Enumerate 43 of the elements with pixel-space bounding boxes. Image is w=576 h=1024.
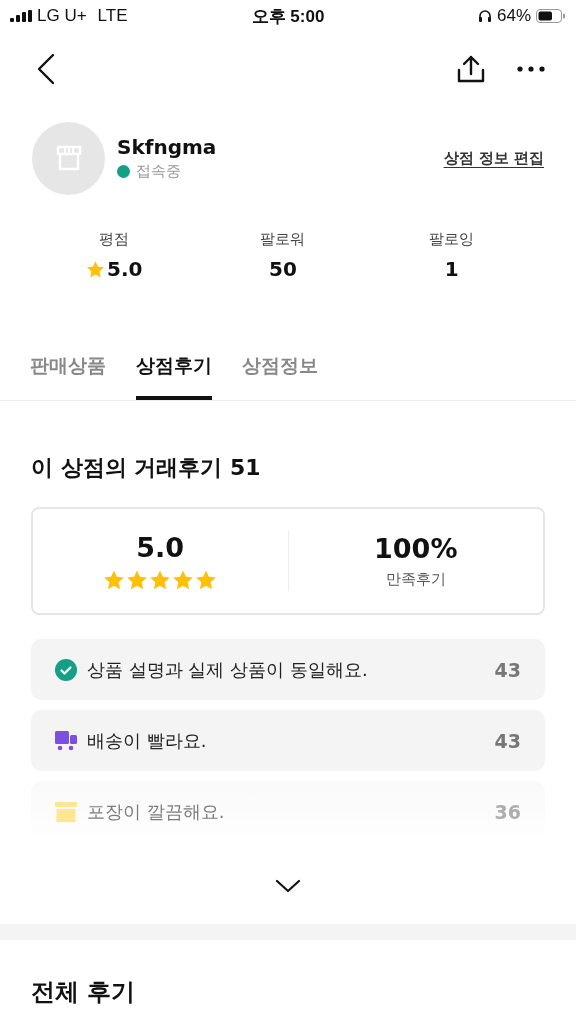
store-name: Skfngma	[117, 135, 218, 159]
tab[interactable]: 상점후기	[136, 347, 212, 400]
satisfaction-percent: 100%	[374, 533, 458, 564]
truck-icon	[55, 730, 77, 751]
edit-store-link[interactable]: 상점 정보 편집	[443, 148, 544, 168]
review-tag-count: 43	[494, 658, 521, 681]
back-button[interactable]	[36, 53, 56, 85]
battery-percent: 64%	[496, 6, 531, 26]
star-icon	[126, 568, 149, 591]
review-tag-text: 포장이 깔끔해요.	[87, 799, 226, 824]
clock: 오후 5:00	[251, 5, 325, 28]
stat-label: 팔로잉	[429, 230, 475, 249]
tab[interactable]: 상점정보	[242, 347, 318, 400]
review-tag-text: 배송이 빨라요.	[87, 728, 208, 753]
satisfaction-label: 만족후기	[385, 570, 446, 589]
review-tag-count: 43	[494, 729, 521, 752]
carrier-name: LG U+	[37, 6, 87, 26]
section-title: 전체 후기	[30, 977, 137, 1008]
online-status: 접속중	[136, 162, 181, 181]
stat-label: 평점	[99, 230, 130, 249]
chevron-down-icon[interactable]	[275, 879, 301, 893]
headphones-icon	[477, 9, 492, 23]
check-icon	[55, 658, 77, 681]
star-icon	[195, 568, 218, 591]
star-icon	[172, 568, 195, 591]
section-title: 이 상점의 거래후기 51	[31, 454, 262, 482]
network-type: LTE	[97, 6, 128, 26]
more-button[interactable]	[516, 65, 546, 73]
tab[interactable]: 판매상품	[30, 347, 106, 400]
review-tag-count: 36	[494, 800, 521, 823]
stat-value: 50	[269, 257, 297, 281]
star-icon	[149, 568, 172, 591]
signal-icon	[10, 10, 32, 22]
review-tag-text: 상품 설명과 실제 상품이 동일해요.	[87, 657, 369, 682]
star-icon	[103, 568, 126, 591]
stat-value: 5.0	[107, 257, 143, 281]
average-score: 5.0	[136, 531, 185, 563]
stat-value: 1	[444, 257, 459, 281]
stat-label: 팔로워	[260, 230, 306, 249]
battery-icon	[536, 9, 566, 23]
box-icon	[55, 801, 77, 822]
share-button[interactable]	[456, 54, 486, 84]
star-icon	[86, 259, 106, 279]
